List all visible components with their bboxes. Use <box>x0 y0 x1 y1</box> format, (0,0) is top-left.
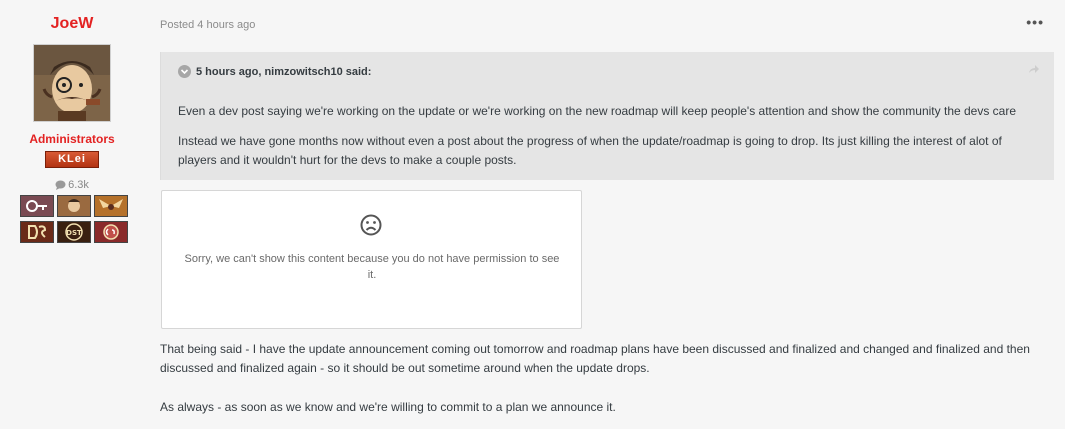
post-paragraph: As always - as soon as we know and we're… <box>160 400 616 414</box>
badge-key-icon[interactable] <box>20 195 54 217</box>
quote-citation-text: 5 hours ago, nimzowitsch10 said: <box>196 66 372 78</box>
badge-co-icon[interactable] <box>94 221 128 243</box>
svg-text:DST: DST <box>66 229 82 237</box>
comment-icon <box>55 180 66 190</box>
quote-paragraph: Instead we have gone months now without … <box>178 134 1002 167</box>
author-name[interactable]: JoeW <box>20 14 124 34</box>
post-date[interactable]: Posted 4 hours ago <box>160 19 255 31</box>
rank-badge: KLei <box>45 151 99 168</box>
quote-block: 5 hours ago, nimzowitsch10 said: Even a … <box>160 52 1054 180</box>
more-options-icon[interactable]: ••• <box>1026 14 1044 30</box>
quote-citation: 5 hours ago, nimzowitsch10 said: <box>178 65 371 78</box>
restricted-content-box: Sorry, we can't show this content becaus… <box>161 190 582 329</box>
sad-face-icon <box>360 214 382 236</box>
badge-winged-icon[interactable] <box>94 195 128 217</box>
quote-paragraph: Even a dev post saying we're working on … <box>178 104 1017 118</box>
share-icon[interactable] <box>1028 64 1040 74</box>
post-header: Posted 4 hours ago ••• <box>160 14 1044 32</box>
chevron-down-icon[interactable] <box>178 65 191 78</box>
badge-dst-icon[interactable]: DST <box>57 221 91 243</box>
badge-character-icon[interactable] <box>57 195 91 217</box>
user-group: Administrators <box>29 132 115 146</box>
reputation: 6.3k <box>20 179 124 191</box>
post-paragraph: That being said - I have the update anno… <box>160 342 1030 375</box>
author-panel: JoeW Administrators KLei 6.3k DST <box>20 14 128 243</box>
permission-message: Sorry, we can't show this content becaus… <box>184 253 560 281</box>
reputation-count: 6.3k <box>68 179 89 191</box>
avatar[interactable] <box>33 44 111 122</box>
badge-ds-icon[interactable] <box>20 221 54 243</box>
achievement-badges: DST <box>20 195 128 243</box>
